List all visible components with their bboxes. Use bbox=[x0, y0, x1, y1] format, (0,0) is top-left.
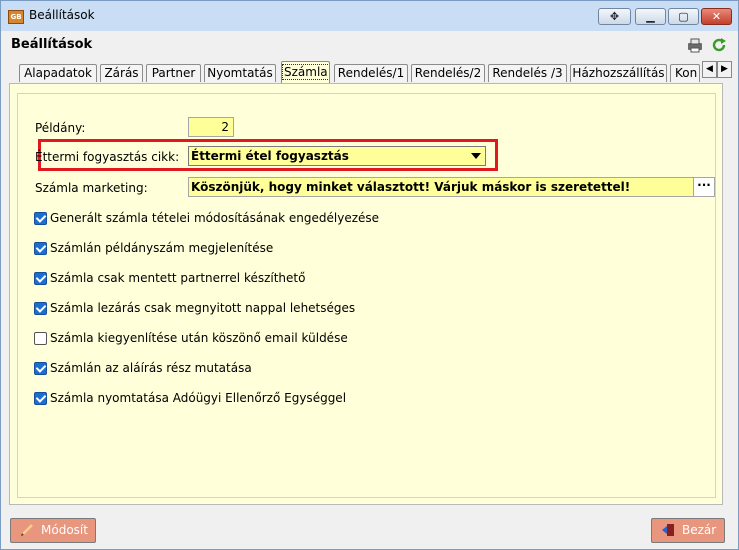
szamla-settings-group: Példány: 2 Éttermi fogyasztás cikk: Étte… bbox=[17, 93, 716, 498]
checkbox-icon[interactable] bbox=[34, 212, 47, 225]
exit-door-icon bbox=[661, 523, 675, 537]
checkbox-icon[interactable] bbox=[34, 242, 47, 255]
page-header: Beállítások bbox=[1, 31, 738, 59]
page-title: Beállítások bbox=[11, 37, 93, 52]
tab-szamla[interactable]: Számla bbox=[281, 61, 330, 83]
tab-kon[interactable]: Kon bbox=[670, 64, 700, 82]
pencil-icon bbox=[20, 523, 34, 537]
marketing-value: Köszönjük, hogy minket választott! Várju… bbox=[191, 180, 631, 194]
tab-scroll-left-icon[interactable]: ◀ bbox=[702, 61, 717, 78]
checkbox-label: Számlán példányszám megjelenítése bbox=[50, 241, 274, 255]
modify-button[interactable]: Módosít bbox=[10, 518, 96, 543]
tab-rendeles-2[interactable]: Rendelés/2 bbox=[411, 64, 485, 82]
tab-strip: Alapadatok Zárás Partner Nyomtatás Száml… bbox=[1, 59, 738, 83]
move-icon[interactable]: ✥ bbox=[598, 8, 631, 25]
checkbox-label: Számla nyomtatása Adóügyi Ellenőrző Egys… bbox=[50, 391, 347, 405]
peldany-input[interactable]: 2 bbox=[188, 117, 234, 137]
checkbox-icon[interactable] bbox=[34, 392, 47, 405]
marketing-input[interactable]: Köszönjük, hogy minket választott! Várju… bbox=[188, 177, 715, 197]
checkbox-label: Számla csak mentett partnerrel készíthet… bbox=[50, 271, 306, 285]
ettermi-label: Éttermi fogyasztás cikk: bbox=[35, 150, 180, 164]
tab-rendeles-3[interactable]: Rendelés /3 bbox=[488, 64, 567, 82]
modify-label: Módosít bbox=[41, 523, 88, 537]
close-button[interactable]: Bezár bbox=[651, 518, 725, 543]
app-icon: GB bbox=[8, 10, 24, 24]
tab-szamla-label: Számla bbox=[282, 64, 329, 80]
tab-zaras[interactable]: Zárás bbox=[100, 64, 143, 82]
tab-alapadatok[interactable]: Alapadatok bbox=[19, 64, 97, 82]
dropdown-arrow-icon[interactable] bbox=[471, 153, 481, 159]
tab-nyomtatas[interactable]: Nyomtatás bbox=[204, 64, 276, 82]
minimize-icon[interactable]: ▁ bbox=[635, 8, 666, 25]
checkbox-label: Generált számla tételei módosításának en… bbox=[50, 211, 380, 225]
footer-bar: Módosít Bezár bbox=[1, 511, 738, 549]
title-bar[interactable]: GB Beállítások ✥ ▁ ▢ ✕ bbox=[1, 1, 738, 31]
checkbox-icon[interactable] bbox=[34, 272, 47, 285]
checkbox-label: Számla lezárás csak megnyitott nappal le… bbox=[50, 301, 356, 315]
szamla-panel: Példány: 2 Éttermi fogyasztás cikk: Étte… bbox=[9, 83, 723, 505]
maximize-icon[interactable]: ▢ bbox=[668, 8, 699, 25]
refresh-icon[interactable] bbox=[710, 36, 728, 54]
peldany-label: Példány: bbox=[35, 121, 86, 135]
ettermi-selected-value: Éttermi étel fogyasztás bbox=[191, 149, 349, 163]
print-icon[interactable] bbox=[686, 36, 704, 54]
checkbox-icon[interactable] bbox=[34, 302, 47, 315]
tab-hazhozszallitas[interactable]: Házhozszállítás bbox=[570, 64, 667, 82]
close-icon[interactable]: ✕ bbox=[701, 8, 732, 25]
tab-partner[interactable]: Partner bbox=[146, 64, 201, 82]
settings-window: GB Beállítások ✥ ▁ ▢ ✕ Beállítások Alapa… bbox=[0, 0, 739, 550]
checkbox-label: Számlán az aláírás rész mutatása bbox=[50, 361, 252, 375]
close-label: Bezár bbox=[682, 523, 717, 537]
checkbox-label: Számla kiegyenlítése után köszönő email … bbox=[50, 331, 348, 345]
marketing-ellipsis-button[interactable]: ··· bbox=[693, 178, 714, 196]
window-title: Beállítások bbox=[29, 8, 95, 22]
ettermi-dropdown[interactable]: Éttermi étel fogyasztás bbox=[188, 146, 486, 166]
tab-content-area: Példány: 2 Éttermi fogyasztás cikk: Étte… bbox=[1, 83, 738, 511]
tab-rendeles-1[interactable]: Rendelés/1 bbox=[334, 64, 408, 82]
checkbox-icon[interactable] bbox=[34, 362, 47, 375]
marketing-label: Számla marketing: bbox=[35, 181, 148, 195]
tab-scroll-right-icon[interactable]: ▶ bbox=[717, 61, 732, 78]
checkbox-icon[interactable] bbox=[34, 332, 47, 345]
